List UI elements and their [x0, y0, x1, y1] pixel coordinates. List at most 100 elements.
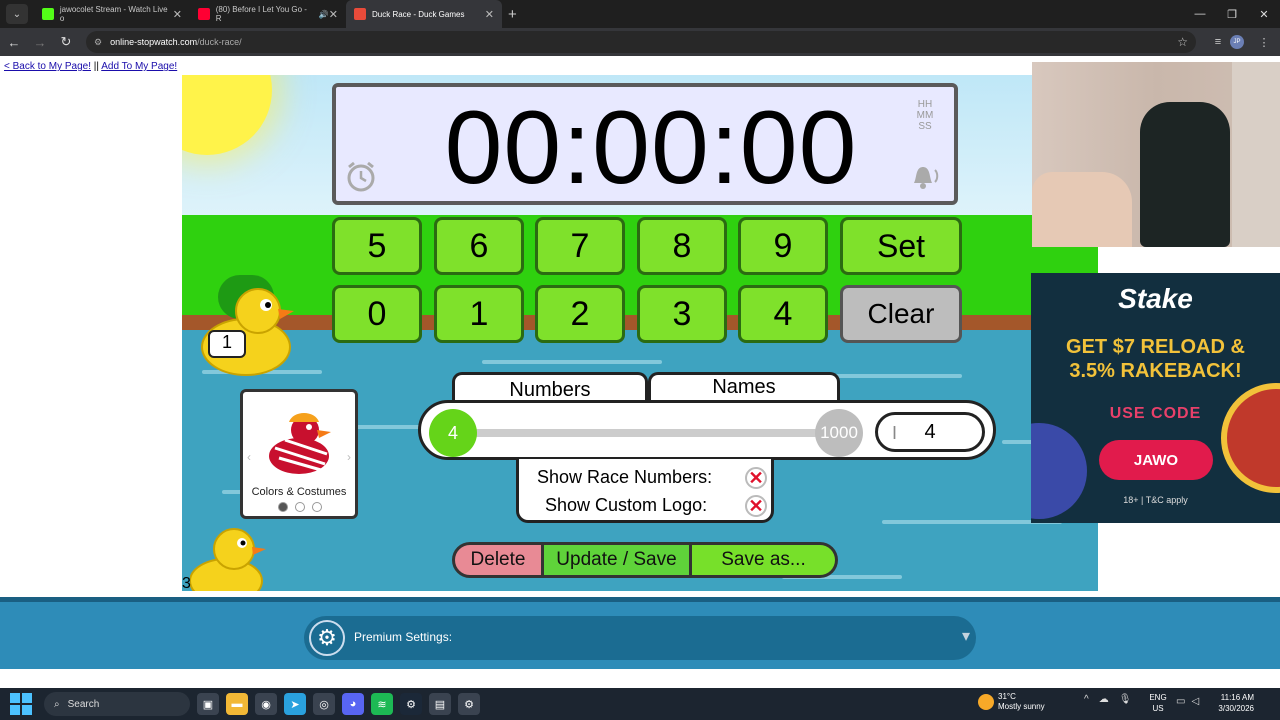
windows-taskbar: ⌕ Search ▣ ▬ ◉ ➤ ◎ ◕ ≋ ⚙ ▤ ⚙ 31°C Mostly… [0, 688, 1280, 720]
delete-button[interactable]: Delete [452, 542, 544, 578]
key-3[interactable]: 3 [637, 285, 727, 343]
reload-icon[interactable]: ↻ [54, 34, 78, 50]
key-9[interactable]: 9 [738, 217, 828, 275]
key-0[interactable]: 0 [332, 285, 422, 343]
key-5[interactable]: 5 [332, 217, 422, 275]
carousel-next-icon[interactable]: › [347, 450, 351, 464]
quick-settings[interactable]: ▭ ◁ [1176, 696, 1199, 707]
update-save-button[interactable]: Update / Save [544, 542, 692, 578]
profile-avatar[interactable]: JP [1230, 35, 1244, 49]
file-explorer-icon[interactable]: ▬ [226, 693, 248, 715]
sound-bell-icon[interactable] [910, 161, 942, 191]
format-hh: HH [917, 99, 933, 110]
ad-code-button[interactable]: JAWO [1099, 440, 1213, 480]
onedrive-icon[interactable]: ☁ [1099, 694, 1109, 705]
key-2[interactable]: 2 [535, 285, 625, 343]
carousel-dot-2[interactable] [295, 502, 305, 512]
taskbar-clock[interactable]: 11:16 AM 3/30/2026 [1208, 692, 1254, 714]
add-to-my-page-link[interactable]: Add To My Page! [101, 61, 177, 72]
clear-button[interactable]: Clear [840, 285, 962, 343]
ad-fine-print: 18+ | T&C apply [1123, 495, 1188, 505]
back-to-my-page-link[interactable]: < Back to My Page! [4, 61, 91, 72]
tab-names[interactable]: Names [648, 372, 840, 400]
bookmark-star-icon[interactable]: ☆ [1177, 35, 1188, 49]
steam-icon[interactable]: ⚙ [400, 693, 422, 715]
duck-3-graphic [190, 528, 266, 591]
discord-icon[interactable]: ◕ [342, 693, 364, 715]
speaker-icon[interactable]: 🔊 [319, 10, 329, 19]
duck-count-input[interactable]: I 4 [875, 412, 985, 452]
gear-icon: ⚙ [309, 620, 345, 656]
tab-search-button[interactable]: ⌄ [6, 4, 28, 24]
settings-icon[interactable]: ⚙ [458, 693, 480, 715]
page-content: < Back to My Page! || Add To My Page! 00… [0, 56, 1280, 688]
slider-handle-min[interactable]: 4 [429, 409, 477, 457]
timer-digits: 00:00:00 [444, 90, 858, 206]
colors-costumes-card[interactable]: ‹ › Colors & Costumes [240, 389, 358, 519]
system-tray: ^ ☁ 🎙 [1084, 694, 1131, 705]
weather-desc: Mostly sunny [998, 702, 1045, 711]
menu-kebab-icon[interactable]: ⋮ [1252, 36, 1276, 49]
stake-ad[interactable]: Stake GET $7 RELOAD & 3.5% RAKEBACK! USE… [1031, 273, 1280, 523]
save-as-button[interactable]: Save as... [692, 542, 838, 578]
carousel-prev-icon[interactable]: ‹ [247, 450, 251, 464]
notepad-icon[interactable]: ▤ [429, 693, 451, 715]
duck-1-graphic [201, 288, 294, 376]
premium-settings-bar: ⚙ Premium Settings: ▾ [0, 597, 1280, 669]
microphone-icon[interactable]: 🎙 [1119, 694, 1132, 705]
premium-settings-toggle[interactable]: ⚙ Premium Settings: ▾ [304, 616, 976, 660]
ad-headline: GET $7 RELOAD & 3.5% RAKEBACK! [1031, 335, 1280, 383]
taskbar-search-label: Search [67, 698, 100, 710]
close-icon[interactable]: ✕ [329, 8, 338, 21]
slider-max-label: 1000 [815, 409, 863, 457]
chrome-icon[interactable]: ◉ [255, 693, 277, 715]
time-format-toggle[interactable]: HH MM SS [910, 99, 940, 132]
forward-arrow-icon[interactable]: → [28, 35, 52, 50]
tray-overflow-icon[interactable]: ^ [1084, 694, 1089, 705]
duck-1-number: 1 [208, 330, 246, 358]
media-controls-icon[interactable]: ≡ [1206, 36, 1230, 48]
obs-icon[interactable]: ◎ [313, 693, 335, 715]
language-indicator[interactable]: ENG US [1148, 692, 1168, 714]
windows-start-icon[interactable] [10, 693, 32, 715]
close-window-icon[interactable]: ✕ [1248, 0, 1280, 28]
set-button[interactable]: Set [840, 217, 962, 275]
carousel-dot-3[interactable] [312, 502, 322, 512]
tab-duck-race[interactable]: Duck Race - Duck Games ✕ [346, 0, 502, 28]
carousel-dot-1[interactable] [278, 502, 288, 512]
key-7[interactable]: 7 [535, 217, 625, 275]
back-arrow-icon[interactable]: ← [2, 35, 26, 50]
kick-icon [42, 8, 54, 20]
browser-toolbar: ← → ↻ ⚙ online-stopwatch.com /duck-race/… [0, 28, 1280, 56]
address-bar[interactable]: ⚙ online-stopwatch.com /duck-race/ ☆ [86, 31, 1196, 53]
new-tab-button[interactable]: + [508, 6, 517, 23]
duck-count-slider-track[interactable] [451, 429, 819, 437]
link-separator: || [93, 61, 99, 72]
telegram-icon[interactable]: ➤ [284, 693, 306, 715]
restore-icon[interactable]: ❐ [1216, 0, 1248, 28]
tab-youtube[interactable]: (80) Before I Let You Go - R 🔊 ✕ [190, 0, 346, 28]
colors-costumes-label: Colors & Costumes [251, 486, 347, 498]
weather-widget[interactable]: 31°C Mostly sunny [978, 692, 1045, 712]
close-icon[interactable]: ✕ [173, 8, 182, 21]
youtube-icon [198, 8, 210, 20]
alarm-clock-icon[interactable] [344, 159, 378, 193]
ad-brand: Stake [1118, 283, 1193, 314]
timer-keypad: 5 6 7 8 9 Set 0 1 2 3 4 Clear [330, 213, 966, 347]
tab-jawocolet[interactable]: jawocolet Stream - Watch Live o ✕ [34, 0, 190, 28]
show-custom-logo-toggle[interactable]: ✕ [745, 495, 767, 517]
close-icon[interactable]: ✕ [485, 8, 494, 21]
key-4[interactable]: 4 [738, 285, 828, 343]
spotify-icon[interactable]: ≋ [371, 693, 393, 715]
taskbar-search[interactable]: ⌕ Search [44, 692, 190, 716]
text-cursor-icon: I [892, 423, 898, 443]
task-view-icon[interactable]: ▣ [197, 693, 219, 715]
key-8[interactable]: 8 [637, 217, 727, 275]
premium-settings-label: Premium Settings: [354, 630, 453, 644]
minimize-icon[interactable]: — [1184, 0, 1216, 28]
chevron-down-icon[interactable]: ▾ [962, 626, 970, 646]
site-info-icon[interactable]: ⚙ [94, 37, 102, 48]
key-6[interactable]: 6 [434, 217, 524, 275]
key-1[interactable]: 1 [434, 285, 524, 343]
show-race-numbers-toggle[interactable]: ✕ [745, 467, 767, 489]
